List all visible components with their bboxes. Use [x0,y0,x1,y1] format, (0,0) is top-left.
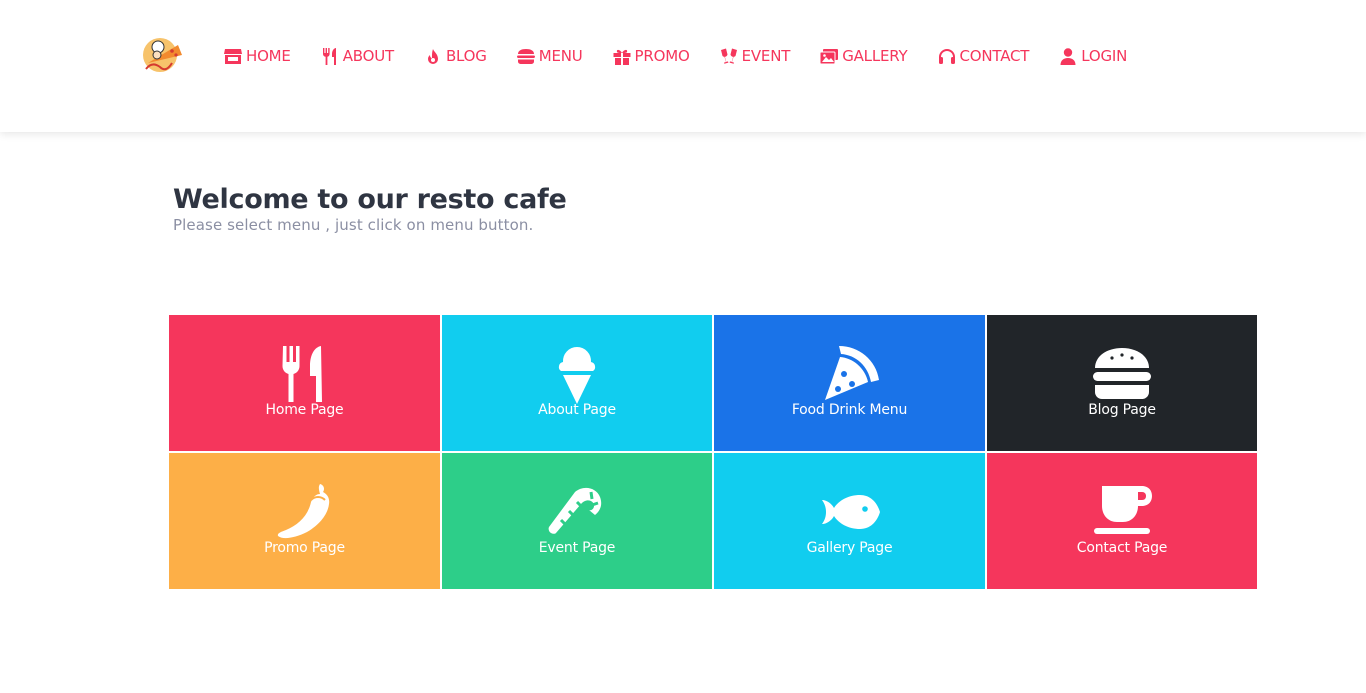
ice-cream-icon [558,346,596,404]
user-icon [1060,47,1076,65]
tile-label: Gallery Page [806,540,893,556]
tile-label: Promo Page [264,540,345,556]
nav-promo-label: PROMO [634,47,690,65]
tile-label: Food Drink Menu [791,402,908,418]
headphones-icon [938,48,955,64]
main-nav: HOME ABOUT BLOG MENU PROMO EVENT GALLERY [224,44,1157,68]
nav-about[interactable]: ABOUT [321,44,394,68]
page-title: Welcome to our resto cafe [173,184,567,215]
nav-login-label: LOGIN [1081,47,1128,65]
fish-icon [821,495,880,529]
tile-gallery-page[interactable]: Gallery Page [714,453,985,589]
page-subtitle: Please select menu , just click on menu … [173,216,534,234]
nav-gallery[interactable]: GALLERY [820,44,908,68]
utensils-icon [282,346,322,402]
tile-about-page[interactable]: About Page [442,315,712,451]
utensils-icon [322,47,336,65]
glasses-cheers-icon [720,48,737,64]
tile-label: Event Page [538,540,616,556]
fire-icon [427,48,438,64]
tile-event-page[interactable]: Event Page [442,453,712,589]
tile-label: About Page [538,402,616,418]
store-icon [224,48,242,64]
nav-menu[interactable]: MENU [516,44,583,68]
images-icon [820,48,839,64]
nav-about-label: ABOUT [342,47,394,65]
nav-blog[interactable]: BLOG [424,44,487,68]
nav-contact[interactable]: CONTACT [938,44,1030,68]
nav-contact-label: CONTACT [959,47,1030,65]
navbar: HOME ABOUT BLOG MENU PROMO EVENT GALLERY [0,0,1366,132]
tile-label: Blog Page [1088,402,1156,418]
pepper-icon [277,484,329,539]
chef-logo[interactable] [138,33,186,77]
nav-login[interactable]: LOGIN [1059,44,1127,68]
nav-home[interactable]: HOME [224,44,291,68]
nav-menu-label: MENU [538,47,583,65]
nav-gallery-label: GALLERY [842,47,908,65]
gift-icon [613,49,631,65]
tile-home-page[interactable]: Home Page [169,315,440,451]
tile-promo-page[interactable]: Promo Page [169,453,440,589]
menu-tile-grid: Home Page About Page Food Drink Menu Blo… [169,315,1257,589]
tile-blog-page[interactable]: Blog Page [987,315,1257,451]
hamburger-icon [1093,348,1151,399]
candy-cane-icon [548,487,602,534]
tile-label: Home Page [265,402,344,418]
nav-event[interactable]: EVENT [720,44,791,68]
coffee-icon [1094,486,1152,534]
hamburger-icon [516,48,535,64]
tile-food-drink-menu[interactable]: Food Drink Menu [714,315,985,451]
nav-blog-label: BLOG [445,47,487,65]
tile-label: Contact Page [1076,540,1168,556]
nav-home-label: HOME [246,47,291,65]
tile-contact-page[interactable]: Contact Page [987,453,1257,589]
welcome-section: Welcome to our resto cafe Please select … [173,182,567,234]
nav-event-label: EVENT [741,47,791,65]
pizza-slice-icon [824,346,879,400]
nav-promo[interactable]: PROMO [613,44,690,68]
